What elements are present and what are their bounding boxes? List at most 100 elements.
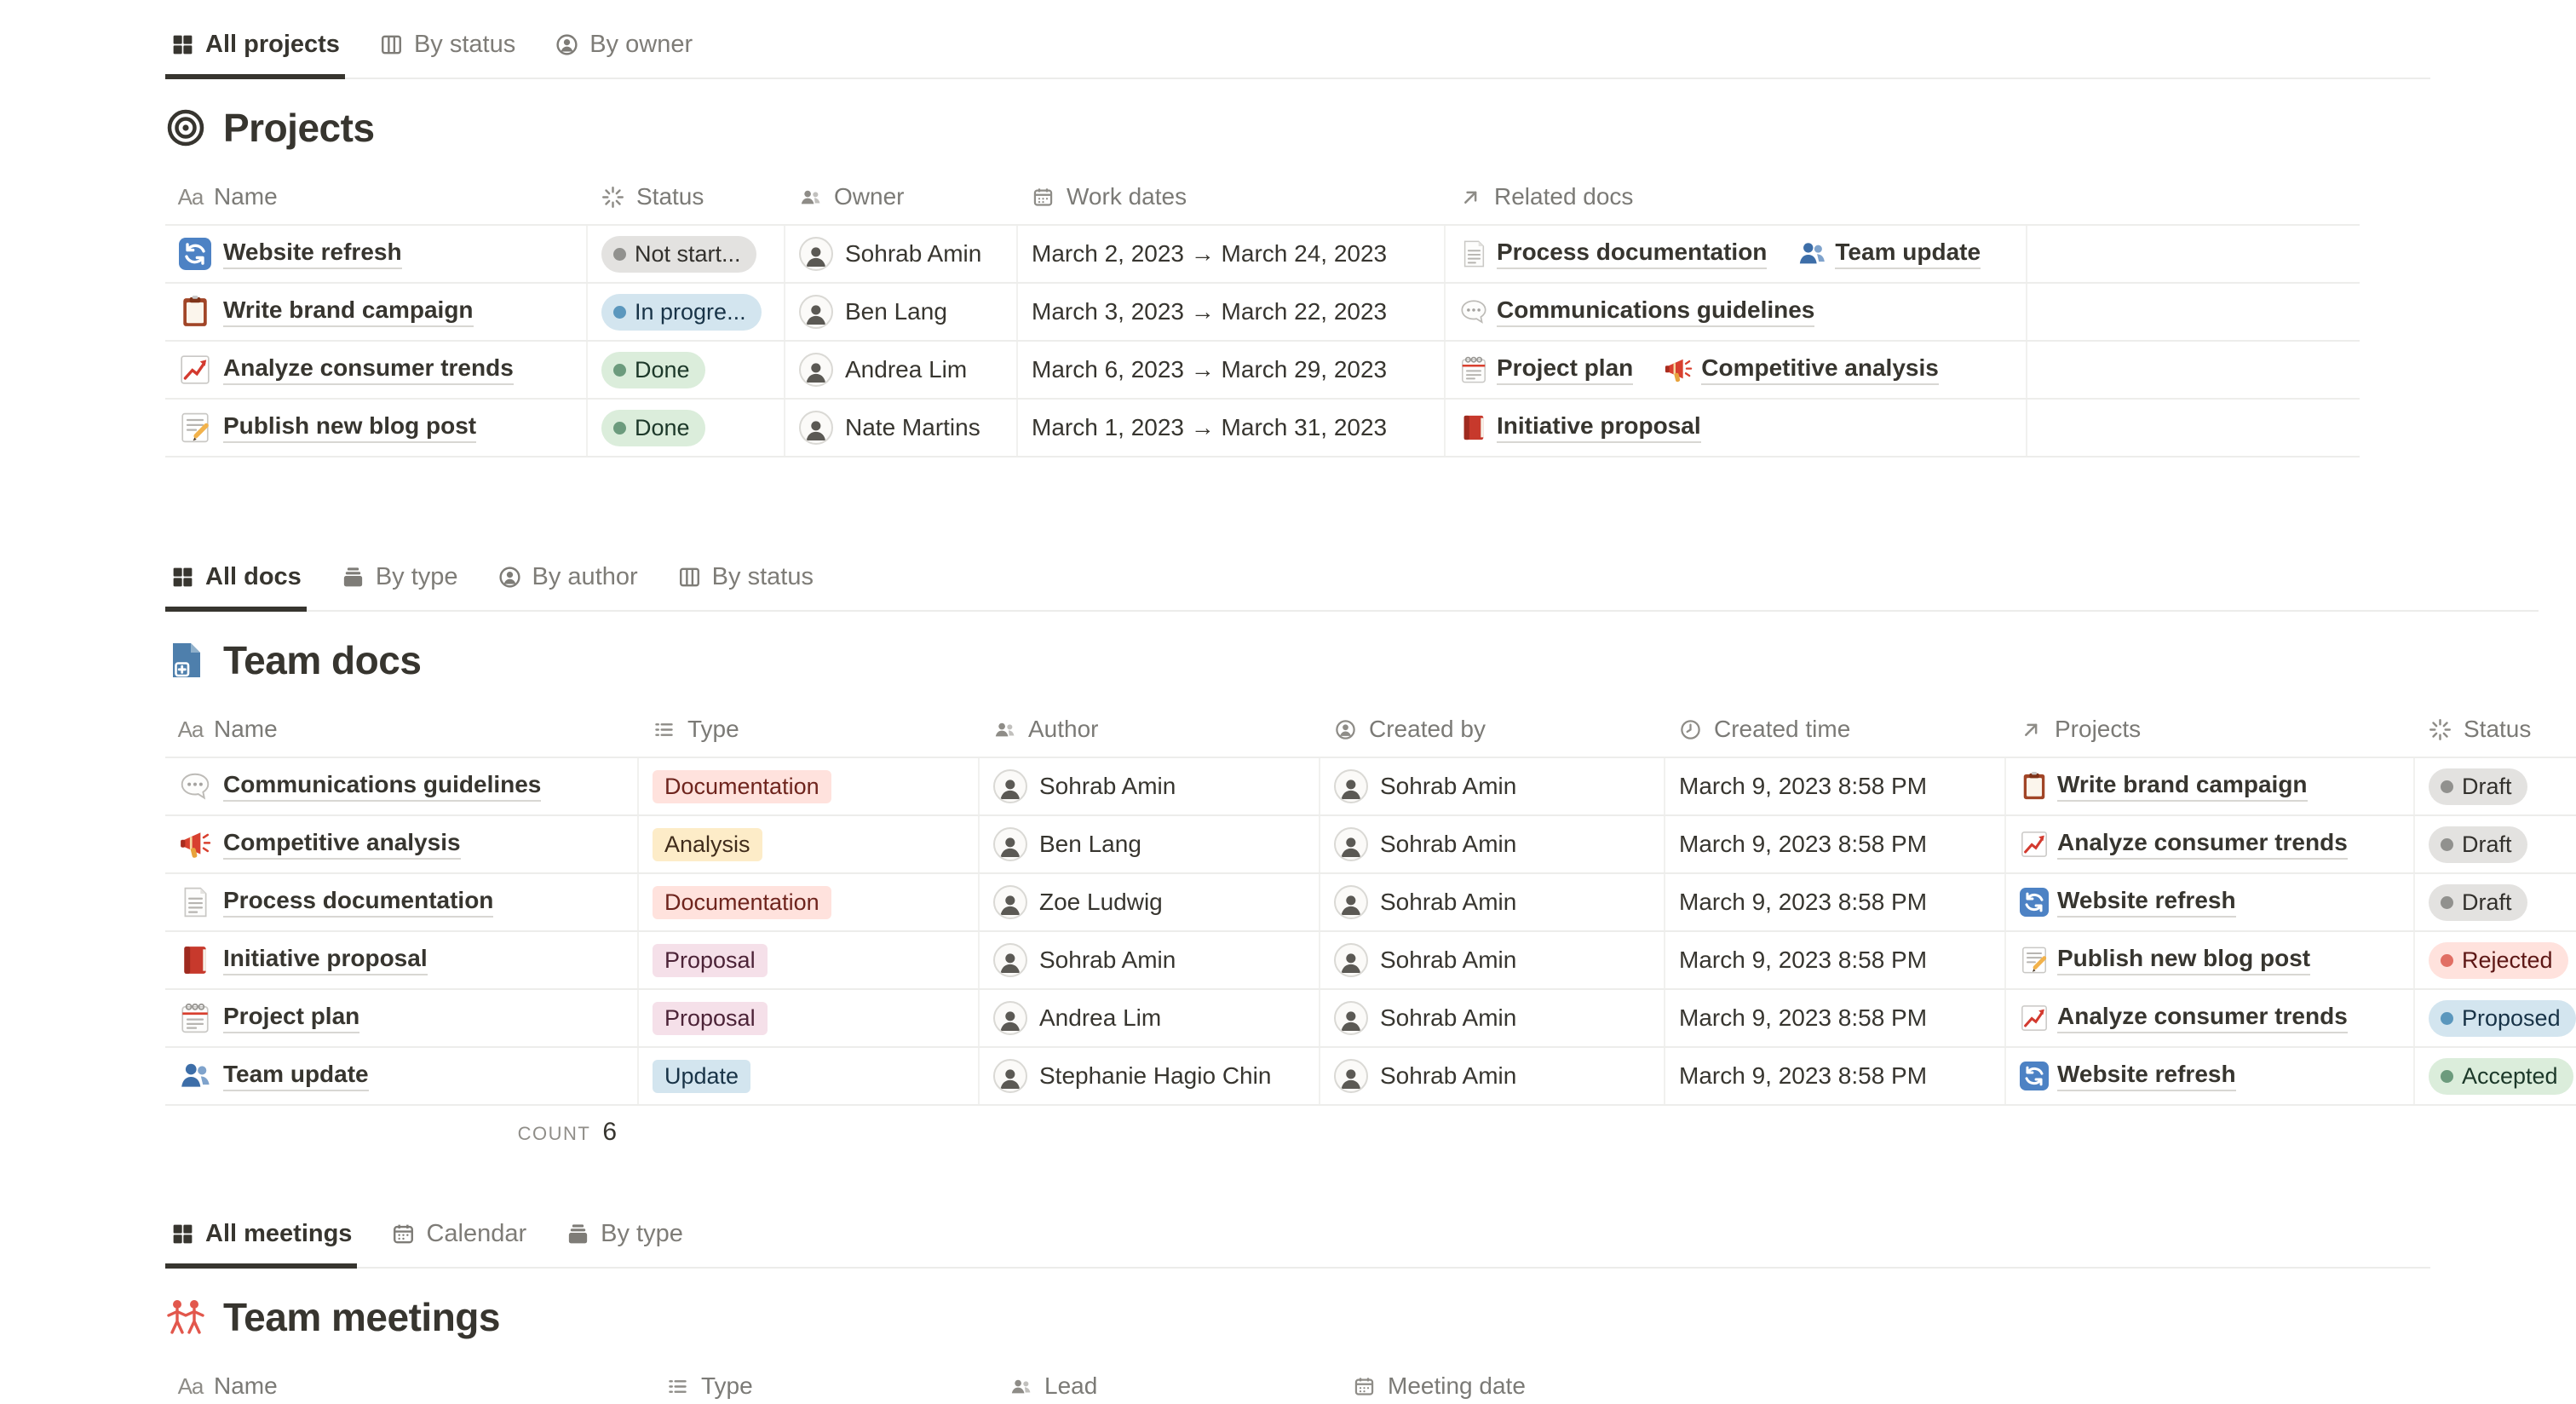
name-cell[interactable]: Initiative proposal bbox=[165, 932, 639, 988]
author-cell[interactable]: Sohrab Amin bbox=[980, 758, 1320, 814]
relation-link[interactable]: Analyze consumer trends bbox=[2020, 1003, 2348, 1033]
page-link[interactable]: Communications guidelines bbox=[223, 771, 541, 802]
tab-by-status[interactable]: By status bbox=[672, 550, 819, 612]
name-cell[interactable]: Website refresh bbox=[165, 226, 588, 282]
tab-by-author[interactable]: By author bbox=[492, 550, 643, 612]
projects-cell[interactable]: Write brand campaign bbox=[2006, 758, 2415, 814]
column-header-author[interactable]: Author bbox=[980, 702, 1320, 757]
relation-link[interactable]: Publish new blog post bbox=[2020, 945, 2310, 975]
tab-all-projects[interactable]: All projects bbox=[165, 17, 345, 79]
created-by-cell[interactable]: Sohrab Amin bbox=[1320, 1048, 1665, 1104]
tab-all-meetings[interactable]: All meetings bbox=[165, 1206, 357, 1269]
projects-cell[interactable]: Publish new blog post bbox=[2006, 932, 2415, 988]
status-cell[interactable]: Draft bbox=[2415, 874, 2576, 930]
status-pill[interactable]: Accepted bbox=[2429, 1058, 2573, 1095]
tab-by-type[interactable]: By type bbox=[336, 550, 463, 612]
related-docs-cell[interactable]: Communications guidelines bbox=[1446, 284, 2027, 340]
type-tag[interactable]: Proposal bbox=[653, 944, 768, 977]
author-cell[interactable]: Ben Lang bbox=[980, 816, 1320, 872]
author-cell[interactable]: Sohrab Amin bbox=[980, 932, 1320, 988]
status-cell[interactable]: Draft bbox=[2415, 758, 2576, 814]
created-by-cell[interactable]: Sohrab Amin bbox=[1320, 932, 1665, 988]
projects-cell[interactable]: Website refresh bbox=[2006, 1048, 2415, 1104]
created-by-cell[interactable]: Sohrab Amin bbox=[1320, 874, 1665, 930]
status-pill[interactable]: Draft bbox=[2429, 826, 2527, 863]
status-pill[interactable]: Done bbox=[601, 352, 705, 388]
created-time-cell[interactable]: March 9, 2023 8:58 PM bbox=[1665, 1048, 2006, 1104]
page-link[interactable]: Write brand campaign bbox=[223, 296, 474, 327]
relation-link[interactable]: Project plan bbox=[1459, 354, 1633, 385]
column-header-projects[interactable]: Projects bbox=[2006, 702, 2415, 757]
status-cell[interactable]: Done bbox=[588, 400, 785, 456]
owner-cell[interactable]: Sohrab Amin bbox=[785, 226, 1018, 282]
work-dates-cell[interactable]: March 3, 2023 → March 22, 2023 bbox=[1018, 284, 1446, 340]
tab-by-status[interactable]: By status bbox=[374, 17, 520, 79]
author-cell[interactable]: Stephanie Hagio Chin bbox=[980, 1048, 1320, 1104]
status-cell[interactable]: Rejected bbox=[2415, 932, 2576, 988]
projects-cell[interactable]: Analyze consumer trends bbox=[2006, 990, 2415, 1046]
relation-link[interactable]: Analyze consumer trends bbox=[2020, 829, 2348, 860]
related-docs-cell[interactable]: Process documentation Team update bbox=[1446, 226, 2027, 282]
type-tag[interactable]: Documentation bbox=[653, 770, 831, 803]
column-header-name[interactable]: AaName bbox=[165, 170, 588, 224]
column-header-status[interactable]: Status bbox=[2415, 702, 2576, 757]
status-pill[interactable]: Not start... bbox=[601, 236, 756, 273]
status-pill[interactable]: Done bbox=[601, 410, 705, 446]
column-header-work-dates[interactable]: Work dates bbox=[1018, 170, 1446, 224]
work-dates-cell[interactable]: March 2, 2023 → March 24, 2023 bbox=[1018, 226, 1446, 282]
name-cell[interactable]: Publish new blog post bbox=[165, 400, 588, 456]
created-by-cell[interactable]: Sohrab Amin bbox=[1320, 816, 1665, 872]
type-tag[interactable]: Documentation bbox=[653, 886, 831, 919]
name-cell[interactable]: Communications guidelines bbox=[165, 758, 639, 814]
status-cell[interactable]: Proposed bbox=[2415, 990, 2576, 1046]
created-time-cell[interactable]: March 9, 2023 8:58 PM bbox=[1665, 932, 2006, 988]
page-link[interactable]: Competitive analysis bbox=[223, 829, 461, 860]
name-cell[interactable]: Analyze consumer trends bbox=[165, 342, 588, 398]
projects-cell[interactable]: Website refresh bbox=[2006, 874, 2415, 930]
name-cell[interactable]: Write brand campaign bbox=[165, 284, 588, 340]
page-link[interactable]: Website refresh bbox=[223, 239, 402, 269]
page-link[interactable]: Analyze consumer trends bbox=[223, 354, 514, 385]
status-pill[interactable]: Rejected bbox=[2429, 942, 2568, 979]
status-pill[interactable]: Draft bbox=[2429, 884, 2527, 921]
column-header-name[interactable]: AaName bbox=[165, 1359, 653, 1404]
status-pill[interactable]: Draft bbox=[2429, 768, 2527, 805]
relation-link[interactable]: Write brand campaign bbox=[2020, 771, 2308, 802]
count-row[interactable]: COUNT 6 bbox=[165, 1118, 639, 1147]
column-header-type[interactable]: Type bbox=[653, 1359, 996, 1404]
type-cell[interactable]: Proposal bbox=[639, 932, 980, 988]
created-time-cell[interactable]: March 9, 2023 8:58 PM bbox=[1665, 990, 2006, 1046]
status-pill[interactable]: Proposed bbox=[2429, 1000, 2576, 1037]
tab-by-type[interactable]: By type bbox=[561, 1206, 688, 1269]
created-by-cell[interactable]: Sohrab Amin bbox=[1320, 990, 1665, 1046]
relation-link[interactable]: Website refresh bbox=[2020, 887, 2236, 918]
work-dates-cell[interactable]: March 1, 2023 → March 31, 2023 bbox=[1018, 400, 1446, 456]
created-by-cell[interactable]: Sohrab Amin bbox=[1320, 758, 1665, 814]
type-tag[interactable]: Analysis bbox=[653, 828, 762, 861]
projects-cell[interactable]: Analyze consumer trends bbox=[2006, 816, 2415, 872]
column-header-status[interactable]: Status bbox=[588, 170, 785, 224]
type-cell[interactable]: Proposal bbox=[639, 990, 980, 1046]
status-cell[interactable]: Accepted bbox=[2415, 1048, 2576, 1104]
page-link[interactable]: Publish new blog post bbox=[223, 412, 476, 443]
relation-link[interactable]: Website refresh bbox=[2020, 1061, 2236, 1091]
owner-cell[interactable]: Nate Martins bbox=[785, 400, 1018, 456]
work-dates-cell[interactable]: March 6, 2023 → March 29, 2023 bbox=[1018, 342, 1446, 398]
author-cell[interactable]: Zoe Ludwig bbox=[980, 874, 1320, 930]
type-cell[interactable]: Update bbox=[639, 1048, 980, 1104]
status-cell[interactable]: In progre... bbox=[588, 284, 785, 340]
tab-all-docs[interactable]: All docs bbox=[165, 550, 307, 612]
created-time-cell[interactable]: March 9, 2023 8:58 PM bbox=[1665, 874, 2006, 930]
owner-cell[interactable]: Andrea Lim bbox=[785, 342, 1018, 398]
tab-by-owner[interactable]: By owner bbox=[549, 17, 698, 79]
column-header-meeting-date[interactable]: Meeting date bbox=[1339, 1359, 1768, 1404]
column-header-related-docs[interactable]: Related docs bbox=[1446, 170, 2027, 224]
type-tag[interactable]: Update bbox=[653, 1060, 750, 1093]
name-cell[interactable]: Project plan bbox=[165, 990, 639, 1046]
status-pill[interactable]: In progre... bbox=[601, 294, 762, 331]
status-cell[interactable]: Not start... bbox=[588, 226, 785, 282]
created-time-cell[interactable]: March 9, 2023 8:58 PM bbox=[1665, 816, 2006, 872]
type-tag[interactable]: Proposal bbox=[653, 1002, 768, 1035]
name-cell[interactable]: Team update bbox=[165, 1048, 639, 1104]
status-cell[interactable]: Draft bbox=[2415, 816, 2576, 872]
